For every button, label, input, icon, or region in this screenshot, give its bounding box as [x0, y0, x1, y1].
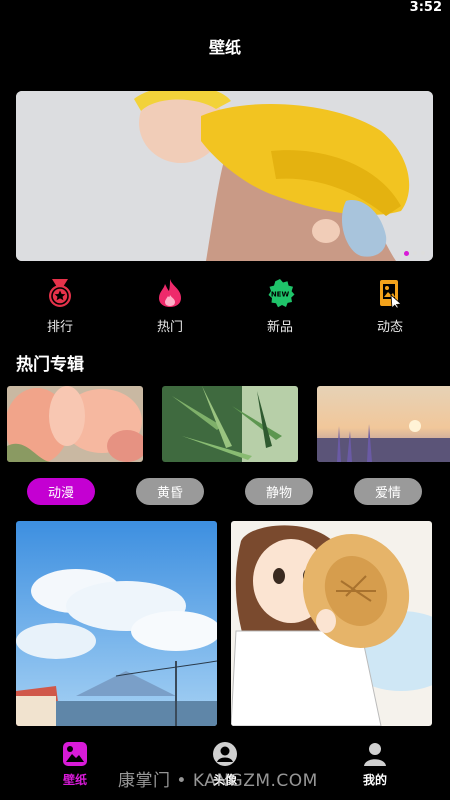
category-shortcuts: 排行 热门 NEW 新品 动态: [30, 278, 420, 338]
banner-dot-2[interactable]: [413, 251, 417, 255]
filter-chip-love[interactable]: 爱情: [354, 478, 422, 505]
page-title: 壁纸: [208, 38, 241, 57]
avatar-icon: [213, 742, 237, 766]
shortcut-hot[interactable]: 热门: [140, 278, 200, 338]
new-badge-icon: NEW: [265, 278, 295, 308]
wallpaper-thumbnail[interactable]: [231, 521, 432, 726]
banner-pagination: [404, 251, 425, 256]
album-card-sunset[interactable]: [317, 386, 450, 462]
section-title-hot-albums: 热门专辑: [16, 355, 84, 375]
nav-tab-profile[interactable]: 我的: [335, 736, 415, 800]
banner-dot-1[interactable]: [404, 251, 409, 256]
album-card-tulips[interactable]: [7, 386, 143, 462]
shortcut-label: 新品: [266, 320, 293, 335]
shortcut-label: 热门: [156, 320, 183, 335]
nav-label: 我的: [362, 773, 387, 787]
banner-image: [16, 91, 433, 261]
watermark-text: 康掌门 • KANGZM.COM: [118, 771, 318, 791]
shortcut-ranking[interactable]: 排行: [30, 278, 90, 338]
status-time: 3:52: [409, 0, 442, 15]
flame-icon: [155, 278, 185, 308]
album-card-bamboo[interactable]: [162, 386, 298, 462]
category-filter-chips: 动漫 黄昏 静物 爱情: [27, 478, 422, 506]
wallpaper-grid: [16, 521, 433, 726]
wallpaper-thumbnail[interactable]: [16, 521, 217, 726]
shortcut-dynamic[interactable]: 动态: [360, 278, 420, 338]
filter-chip-anime[interactable]: 动漫: [27, 478, 95, 505]
hot-albums-list: [7, 386, 450, 462]
live-wallpaper-icon: [375, 278, 405, 308]
status-bar: 3:52: [0, 0, 450, 20]
filter-chip-dusk[interactable]: 黄昏: [136, 478, 204, 505]
banner-carousel[interactable]: [16, 91, 433, 261]
filter-chip-still-life[interactable]: 静物: [245, 478, 313, 505]
banner-dot-3[interactable]: [421, 251, 425, 255]
shortcut-label: 排行: [46, 320, 73, 335]
image-icon: [63, 742, 87, 766]
shortcut-label: 动态: [376, 320, 403, 335]
nav-label: 壁纸: [62, 773, 87, 787]
shortcut-new[interactable]: NEW 新品: [250, 278, 310, 338]
nav-tab-wallpaper[interactable]: 壁纸: [35, 736, 115, 800]
svg-text:NEW: NEW: [271, 291, 290, 299]
profile-icon: [364, 743, 386, 766]
medal-icon: [45, 278, 75, 308]
